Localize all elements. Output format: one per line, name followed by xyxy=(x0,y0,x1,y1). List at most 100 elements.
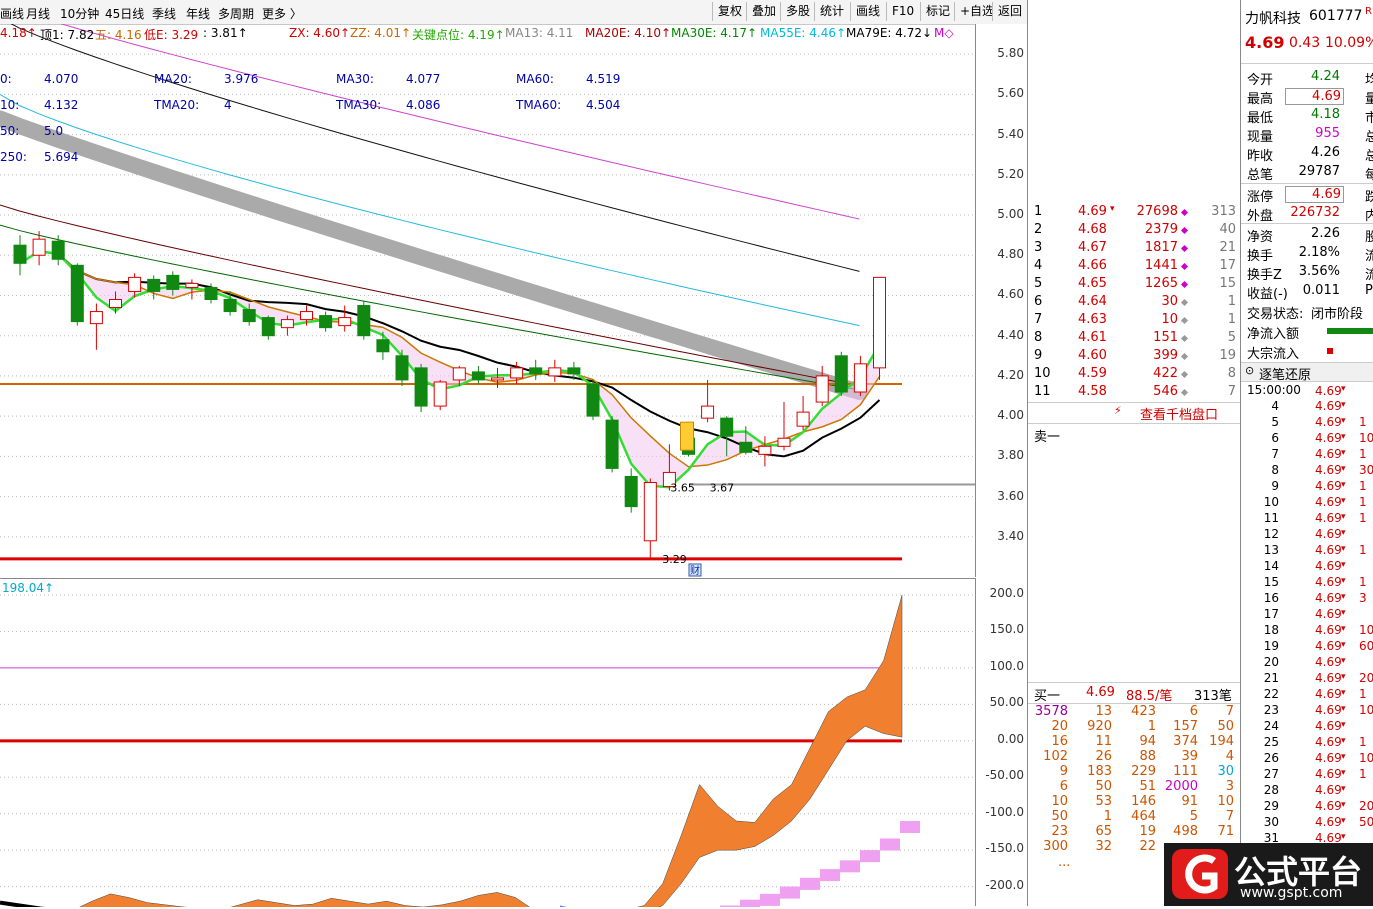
tick-row-price: 4.69 xyxy=(1315,399,1342,413)
price-chart-panel[interactable]: 3.29 3.65 3.67 财 4.18↑ 顶1: 7.82 五: 4.16 低E: 3.… xyxy=(0,24,975,577)
toolbar-button-6[interactable]: 标记 xyxy=(920,2,956,21)
tick-row-extra: 3 xyxy=(1359,591,1367,605)
collapse-icon[interactable]: ⊙ xyxy=(1245,364,1254,377)
low-price-label: 3.29 xyxy=(662,553,687,566)
net-inflow-label: 净流入额 xyxy=(1247,327,1300,342)
candle-body xyxy=(624,475,638,508)
tick-row-price: 4.69 xyxy=(1315,527,1342,541)
indicator-pink-step xyxy=(880,838,900,851)
queue-cell: 7 xyxy=(1225,704,1234,719)
queue-cell: 6 xyxy=(1059,779,1068,794)
ma-value: 4.077 xyxy=(406,72,441,86)
ticks-header[interactable]: ⊙ 逐笔还原 xyxy=(1241,362,1373,383)
lightning-icon: ⚡ xyxy=(1114,404,1122,417)
ma-label: TMA60: xyxy=(516,98,562,112)
toolbar-button-4[interactable]: 画线 xyxy=(850,2,886,21)
candle-body xyxy=(605,419,619,469)
view-depth-row[interactable]: ⚡ 查看千档盘口 xyxy=(1028,402,1241,424)
candle-body xyxy=(51,240,65,260)
quote-row-value: 29787 xyxy=(1298,164,1340,179)
sell-level-volume: 10 xyxy=(1161,312,1178,327)
tick-row-arrow: ▾ xyxy=(1341,656,1346,666)
sell-level-no: 10 xyxy=(1034,366,1051,381)
candle xyxy=(529,359,543,380)
view-depth-link[interactable]: 查看千档盘口 xyxy=(1140,404,1218,423)
toolbar-tab-6[interactable]: 多周期 xyxy=(218,5,254,22)
tick-row-extra: 1 xyxy=(1359,543,1367,557)
toolbar-button-0[interactable]: 复权 xyxy=(712,2,748,21)
quote-row-right: 流 xyxy=(1365,245,1373,264)
tick-row-arrow: ▾ xyxy=(1341,768,1346,778)
quote-row-label: 净资 xyxy=(1247,230,1274,245)
stock-tag: R xyxy=(1365,6,1372,17)
queue-cell: 229 xyxy=(1131,764,1156,779)
candle-body xyxy=(204,286,218,300)
ma-value: 4.086 xyxy=(406,98,441,112)
candle-body xyxy=(376,339,390,353)
sell-level-trades: 5 xyxy=(1227,330,1236,345)
tick-row-arrow: ▾ xyxy=(1341,688,1346,698)
toolbar-tab-1[interactable]: 月线 xyxy=(26,5,50,22)
indicator-axis: 200.0 150.0 100.0 50.00 0.00 -50.00 -100.0 -150… xyxy=(975,578,1028,906)
price-axis-label: 5.40 xyxy=(997,126,1024,141)
candle xyxy=(319,311,333,332)
tick-row-extra: 1 xyxy=(1359,767,1367,781)
queue-cell: 920 xyxy=(1087,719,1112,734)
candle-body xyxy=(471,371,485,381)
sell-level-price: 4.69 xyxy=(1078,204,1107,219)
candle-body xyxy=(815,375,829,403)
tick-row-arrow: ▾ xyxy=(1341,784,1346,794)
sell-level-price: 4.59 xyxy=(1078,366,1107,381)
chart-toolbar: 画线 月线 10分钟 45日线 季线 年线 多周期 更多 〉复权 叠加 多股 统计 画线 F10 标记 +自… xyxy=(0,0,1027,25)
tick-row-price: 4.69 xyxy=(1315,799,1342,813)
sell-level-marker xyxy=(1180,352,1189,361)
toolbar-button-3[interactable]: 统计 xyxy=(814,2,850,21)
queue-cell: 157 xyxy=(1173,719,1198,734)
trade-status: 闭市阶段 xyxy=(1311,307,1364,322)
toolbar-tab-4[interactable]: 季线 xyxy=(152,5,176,22)
toolbar-button-1[interactable]: 叠加 xyxy=(746,2,782,21)
tick-row-arrow: ▾ xyxy=(1341,432,1346,442)
price-axis: 5.80 5.60 5.40 5.20 5.00 4.80 4.60 4.40 4.20 4.00… xyxy=(975,24,1028,577)
tick-row-extra: 50 xyxy=(1359,815,1373,829)
tick-row-no: 22 xyxy=(1263,687,1279,701)
sell-level-arrow: ▾ xyxy=(1110,204,1115,214)
tick-row-no: 6 xyxy=(1271,431,1279,445)
tick-row-extra: 60 xyxy=(1359,639,1373,653)
candle xyxy=(548,359,562,382)
tick-row-arrow: ▾ xyxy=(1341,832,1346,842)
sell-level-trades: 17 xyxy=(1219,258,1236,273)
tick-row-price: 4.69 xyxy=(1315,431,1342,445)
sell-level-marker xyxy=(1180,370,1189,379)
toolbar-tab-3[interactable]: 45日线 xyxy=(105,5,144,22)
queue-cell: 4 xyxy=(1225,749,1234,764)
sell-level-no: 6 xyxy=(1034,294,1043,309)
indicator-panel[interactable]: 198.04↑ xyxy=(0,578,975,907)
tick-row-no: 29 xyxy=(1263,799,1279,813)
sell-level-marker xyxy=(1180,226,1189,235)
queue-cell: 88 xyxy=(1139,749,1156,764)
tick-row-no: 18 xyxy=(1263,623,1279,637)
toolbar-tab-5[interactable]: 年线 xyxy=(186,5,210,22)
toolbar-button-5[interactable]: F10 xyxy=(886,2,920,21)
queue-cell: 2000 xyxy=(1164,779,1198,794)
queue-cell: 3578 xyxy=(1034,704,1068,719)
toolbar-tab-2[interactable]: 10分钟 xyxy=(60,5,99,22)
sell-level-price: 4.67 xyxy=(1078,240,1107,255)
tick-row-no: 12 xyxy=(1263,527,1279,541)
sell-level-price: 4.63 xyxy=(1078,312,1107,327)
quote-row-label: 涨停 xyxy=(1247,190,1274,205)
candle xyxy=(834,351,848,397)
sell-level-no: 3 xyxy=(1034,240,1043,255)
indicator-axis-label: -50.00 xyxy=(985,768,1024,783)
tick-row-price: 4.69 xyxy=(1315,783,1342,797)
toolbar-button-8[interactable]: 返回 xyxy=(992,2,1027,21)
toolbar-tab-0[interactable]: 画线 xyxy=(0,5,24,22)
buy-one-row: 买一 4.69 88.5/笔 313笔 xyxy=(1028,682,1241,704)
candle-body xyxy=(491,377,504,381)
tick-row-arrow: ▾ xyxy=(1341,480,1346,490)
toolbar-button-2[interactable]: 多股 xyxy=(780,2,816,21)
toolbar-tab-7[interactable]: 更多 〉 xyxy=(262,5,302,22)
big-inflow-bar xyxy=(1327,348,1333,354)
ma-header-item: 五: 4.16 xyxy=(95,28,142,42)
